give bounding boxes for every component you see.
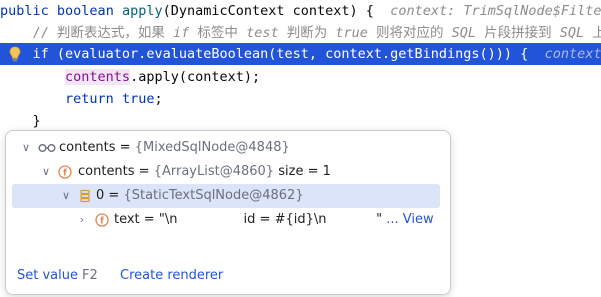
closing-brace: }	[32, 113, 41, 129]
comment-text: SQL	[559, 25, 585, 41]
create-renderer-link[interactable]: Create renderer	[120, 258, 223, 294]
size-label: size = 1	[278, 164, 331, 179]
code-line-4[interactable]: contents.apply(context);	[0, 66, 601, 88]
field-icon: f	[95, 213, 109, 227]
field-icon: f	[58, 165, 72, 179]
shortcut-hint: F2	[82, 268, 98, 283]
tree-row-root[interactable]: ∨ contents = {MixedSqlNode@4848}	[6, 136, 450, 160]
svg-text:f: f	[63, 168, 67, 178]
equals-sign: =	[104, 188, 124, 203]
debugger-bulb-icon[interactable]	[8, 46, 22, 62]
popup-footer: Set value F2 Create renderer	[6, 258, 450, 294]
comment-text: if	[173, 25, 190, 41]
comment-text: 上	[592, 25, 601, 41]
tree-row-leaf[interactable]: › f text = "\n id = #{id}\n " ... View	[6, 208, 450, 232]
chevron-right-icon[interactable]: ›	[76, 208, 88, 232]
comment-text: SQL	[451, 25, 477, 41]
equals-sign: =	[134, 164, 154, 179]
tree-row-child[interactable]: ∨ f contents = {ArrayList@4860} size = 1	[6, 160, 450, 184]
variable-name: text	[114, 212, 140, 227]
variable-value: "\n id = #{id}\n "	[158, 212, 383, 227]
debug-value-popup[interactable]: ∨ contents = {MixedSqlNode@4848} ∨ f con…	[5, 130, 451, 295]
comment-text: 判断为	[278, 25, 336, 41]
keyword-return: return	[65, 91, 114, 107]
comment-text: 则将对应的	[367, 25, 452, 41]
keyword-true: true	[121, 91, 155, 107]
watch-glasses-icon	[38, 144, 56, 152]
inline-debug-hint: context: TrimSqlNode$FilteredDynamicCont…	[390, 3, 601, 19]
semicolon: ;	[154, 91, 163, 107]
code-line-3-current-execution[interactable]: if (evaluator.evaluateBoolean(test, cont…	[0, 43, 601, 65]
code-line-2[interactable]: // 判断表达式，如果 if 标签中 test 判断为 true 则将对应的 S…	[0, 22, 601, 44]
code-line-1[interactable]: public boolean apply(DynamicContext cont…	[0, 0, 601, 22]
variable-value: {MixedSqlNode@4848}	[134, 140, 290, 155]
if-condition: (evaluator.evaluateBoolean(test, context…	[48, 46, 529, 62]
field-contents[interactable]: contents	[65, 69, 131, 85]
view-link[interactable]: ... View	[386, 212, 433, 227]
comment-text: 片段拼接到	[476, 25, 560, 41]
set-value-link[interactable]: Set value	[17, 258, 78, 294]
comment-text: 标签中	[189, 25, 247, 41]
comment-text: // 判断表达式，如果	[32, 25, 174, 41]
inline-debug-hint: context: TrimSq	[544, 46, 601, 62]
tree-row-item-selected[interactable]: ∨ 0 = {StaticTextSqlNode@4862}	[12, 184, 440, 208]
keyword-if: if	[32, 46, 49, 62]
chevron-down-icon[interactable]: ∨	[40, 160, 52, 184]
svg-text:f: f	[100, 216, 104, 226]
array-element-icon	[80, 189, 90, 203]
equals-sign: =	[115, 140, 135, 155]
chevron-down-icon[interactable]: ∨	[20, 136, 32, 160]
equals-sign: =	[139, 212, 159, 227]
code-line-6[interactable]: }	[0, 110, 601, 132]
comment-text: test	[246, 25, 279, 41]
variable-value: {StaticTextSqlNode@4862}	[123, 188, 304, 203]
method-signature: (DynamicContext context) {	[162, 3, 374, 19]
comment-text: true	[335, 25, 368, 41]
chevron-down-icon[interactable]: ∨	[60, 184, 72, 208]
keyword-boolean: boolean	[56, 3, 114, 19]
variable-name: contents	[78, 164, 135, 179]
keyword-public: public	[0, 3, 49, 19]
variable-name: contents	[59, 140, 116, 155]
apply-call: .apply(context);	[130, 69, 261, 85]
code-line-5[interactable]: return true;	[0, 88, 601, 110]
variable-value: {ArrayList@4860}	[153, 164, 275, 179]
method-name: apply	[121, 3, 163, 19]
